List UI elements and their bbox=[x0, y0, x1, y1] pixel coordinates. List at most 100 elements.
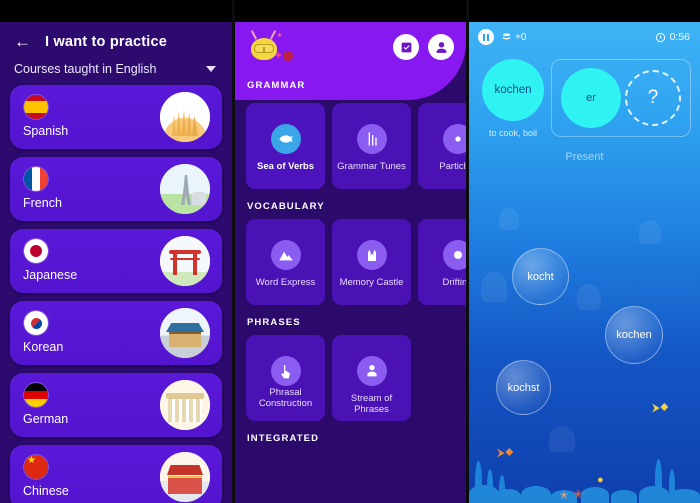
jellyfish-decor bbox=[499, 208, 519, 230]
course-card-spanish[interactable]: Spanish bbox=[10, 85, 222, 149]
section-grammar: Sea of Verbs Grammar Tunes Particles bbox=[235, 100, 466, 189]
screenshot-underwater-game: +0 0:56 kochen to cook, boil er ? Presen… bbox=[469, 0, 700, 503]
course-language-filter-label: Courses taught in English bbox=[14, 62, 157, 76]
course-name: Korean bbox=[23, 340, 64, 354]
timer-display: 0:56 bbox=[655, 31, 690, 43]
game-tile-label: Phrasal Construction bbox=[258, 387, 313, 409]
game-catalog-body: + ✦ GRAMMAR Sea of Verbs Grammar Tunes P… bbox=[235, 22, 466, 503]
section-integrated: INTEGRATED bbox=[235, 421, 466, 451]
course-card-chinese[interactable]: Chinese bbox=[10, 445, 222, 503]
course-list: Spanish French Japanese Korean German ★ … bbox=[6, 85, 226, 503]
back-arrow-icon[interactable]: ← bbox=[14, 33, 31, 50]
game-topbar: +0 0:56 bbox=[469, 22, 700, 45]
profile-button[interactable] bbox=[428, 34, 454, 60]
coin-stack-icon bbox=[502, 32, 511, 39]
prompt-word: kochen bbox=[482, 59, 544, 121]
answer-bubble[interactable]: kochen bbox=[605, 306, 663, 364]
game-tile-label: Grammar Tunes bbox=[337, 161, 406, 172]
course-name: Japanese bbox=[23, 268, 78, 282]
game-tile-label: Drifting bbox=[442, 277, 466, 288]
tuning-icon bbox=[356, 124, 387, 154]
game-tile-drifting[interactable]: Drifting bbox=[418, 219, 466, 305]
jellyfish-decor bbox=[577, 284, 601, 310]
three-screenshot-strip: ← I want to practice Courses taught in E… bbox=[0, 0, 700, 503]
prompt-word-block: kochen to cook, boil bbox=[477, 59, 549, 138]
answer-bubble[interactable]: kochst bbox=[496, 360, 551, 415]
circle-icon bbox=[442, 240, 466, 270]
flag-spain-icon bbox=[24, 95, 48, 119]
course-name: Spanish bbox=[23, 124, 69, 138]
flag-china-icon bbox=[24, 455, 48, 479]
course-language-filter[interactable]: Courses taught in English bbox=[6, 60, 226, 85]
page-title: I want to practice bbox=[45, 33, 168, 50]
course-name: German bbox=[23, 412, 69, 426]
game-tile-label: Particles bbox=[439, 161, 466, 172]
prompt-row: kochen to cook, boil er ? bbox=[469, 45, 700, 138]
flag-germany-icon bbox=[24, 383, 48, 407]
seabed-decor: ✭ ✭ bbox=[469, 459, 700, 503]
game-tile-label: Stream of Phrases bbox=[350, 393, 393, 415]
fish-icon bbox=[270, 124, 301, 154]
status-bar-1 bbox=[0, 0, 232, 22]
tense-label: Present bbox=[565, 151, 604, 163]
section-vocabulary: VOCABULARY Word Express Memory Castle Dr… bbox=[235, 189, 466, 305]
profile-icon bbox=[436, 41, 446, 53]
game-tile-word-express[interactable]: Word Express bbox=[246, 219, 325, 305]
game-tile-memory-castle[interactable]: Memory Castle bbox=[332, 219, 411, 305]
mountain-icon bbox=[270, 240, 301, 270]
answer-slot-empty[interactable]: ? bbox=[625, 70, 681, 126]
section-title-vocabulary: VOCABULARY bbox=[247, 201, 325, 212]
hand-pointer-icon bbox=[270, 356, 301, 386]
checklist-icon bbox=[401, 42, 411, 52]
status-bar-2 bbox=[235, 0, 466, 22]
phrases-tile-row[interactable]: Phrasal Construction Stream of Phrases bbox=[235, 335, 466, 421]
answer-bubble[interactable]: kocht bbox=[512, 248, 569, 305]
prompt-translation: to cook, boil bbox=[488, 128, 538, 138]
vocabulary-tile-row[interactable]: Word Express Memory Castle Drifting bbox=[235, 219, 466, 305]
course-card-french[interactable]: French bbox=[10, 157, 222, 221]
yellow-fish-decor: ⮞◆ bbox=[652, 402, 669, 414]
screenshot-course-picker: ← I want to practice Courses taught in E… bbox=[0, 0, 232, 503]
score-value: +0 bbox=[515, 31, 527, 43]
landmark-torii-gate-image bbox=[160, 236, 210, 286]
course-card-korean[interactable]: Korean bbox=[10, 301, 222, 365]
landmark-sagrada-familia-image bbox=[160, 92, 210, 142]
clock-icon bbox=[655, 32, 665, 42]
flag-france-icon bbox=[24, 167, 48, 191]
jellyfish-decor bbox=[639, 220, 661, 244]
course-card-japanese[interactable]: Japanese bbox=[10, 229, 222, 293]
pause-icon bbox=[483, 33, 485, 41]
game-tile-stream-of-phrases[interactable]: Stream of Phrases bbox=[332, 335, 411, 421]
pronoun-chip: er bbox=[561, 68, 621, 128]
grammar-tile-row[interactable]: Sea of Verbs Grammar Tunes Particles bbox=[235, 103, 466, 189]
flag-japan-icon bbox=[24, 239, 48, 263]
game-tile-phrasal-construction[interactable]: Phrasal Construction bbox=[246, 335, 325, 421]
course-name: French bbox=[23, 196, 62, 210]
answer-slot-box: er ? bbox=[551, 59, 691, 137]
screenshot-game-catalog: + ✦ GRAMMAR Sea of Verbs Grammar Tunes P… bbox=[235, 0, 466, 503]
castle-icon bbox=[356, 240, 387, 270]
checklist-button[interactable] bbox=[393, 34, 419, 60]
chevron-down-icon bbox=[206, 66, 216, 72]
score-display: +0 bbox=[501, 32, 526, 43]
landmark-gyeongbokgung-image bbox=[160, 308, 210, 358]
course-card-german[interactable]: German bbox=[10, 373, 222, 437]
game-tile-label: Sea of Verbs bbox=[256, 161, 315, 172]
giraffe-mascot-icon: + ✦ bbox=[245, 30, 293, 64]
course-picker-header: ← I want to practice bbox=[6, 22, 226, 60]
game-tile-label: Memory Castle bbox=[339, 277, 404, 288]
status-bar-3 bbox=[469, 0, 700, 22]
game-tile-sea-of-verbs[interactable]: Sea of Verbs bbox=[246, 103, 325, 189]
atom-icon bbox=[442, 124, 466, 154]
game-tile-grammar-tunes[interactable]: Grammar Tunes bbox=[332, 103, 411, 189]
section-title-integrated: INTEGRATED bbox=[247, 433, 320, 444]
pause-button[interactable] bbox=[478, 29, 494, 45]
course-name: Chinese bbox=[23, 484, 69, 498]
underwater-game-body: +0 0:56 kochen to cook, boil er ? Presen… bbox=[469, 22, 700, 503]
section-title-grammar: GRAMMAR bbox=[247, 80, 306, 91]
landmark-tiananmen-image bbox=[160, 452, 210, 502]
landmark-eiffel-tower-image bbox=[160, 164, 210, 214]
game-tile-particles[interactable]: Particles bbox=[418, 103, 466, 189]
catalog-hero: + ✦ GRAMMAR bbox=[235, 22, 466, 100]
landmark-brandenburg-gate-image bbox=[160, 380, 210, 430]
